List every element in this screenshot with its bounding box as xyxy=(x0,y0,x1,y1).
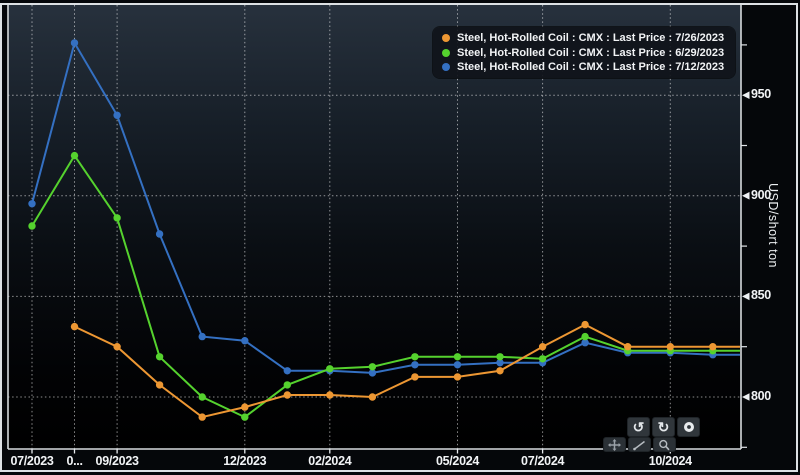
chart-tools-toolbar xyxy=(603,437,676,452)
target-icon xyxy=(682,420,696,434)
y-tick-label: 800 xyxy=(751,389,771,403)
legend-item: Steel, Hot-Rolled Coil : CMX : Last Pric… xyxy=(442,32,725,44)
legend-marker-icon xyxy=(442,49,450,57)
legend-item: Steel, Hot-Rolled Coil : CMX : Last Pric… xyxy=(442,47,725,59)
magnifier-icon xyxy=(657,439,672,451)
pan-tool-button[interactable] xyxy=(603,437,626,452)
x-tick-label: 0... xyxy=(66,454,82,468)
redo-button[interactable]: ↻ xyxy=(652,417,675,437)
x-tick-label: 07/2023 xyxy=(10,454,53,468)
redo-icon: ↻ xyxy=(658,420,670,434)
legend-label: Steel, Hot-Rolled Coil : CMX : Last Pric… xyxy=(457,32,724,44)
legend-label: Steel, Hot-Rolled Coil : CMX : Last Pric… xyxy=(457,47,724,59)
trend-line-icon xyxy=(632,439,647,451)
reset-view-button[interactable] xyxy=(677,417,700,437)
legend-marker-icon xyxy=(442,34,450,42)
draw-line-tool-button[interactable] xyxy=(628,437,651,452)
legend-label: Steel, Hot-Rolled Coil : CMX : Last Pric… xyxy=(457,61,724,73)
x-tick-label: 09/2023 xyxy=(96,454,139,468)
x-tick-label: 07/2024 xyxy=(521,454,564,468)
undo-icon: ↺ xyxy=(633,420,645,434)
legend-item: Steel, Hot-Rolled Coil : CMX : Last Pric… xyxy=(442,61,725,73)
chart-legend: Steel, Hot-Rolled Coil : CMX : Last Pric… xyxy=(433,27,735,78)
x-tick-label: 02/2024 xyxy=(308,454,351,468)
y-tick-label: 850 xyxy=(751,288,771,302)
undo-button[interactable]: ↺ xyxy=(627,417,650,437)
x-tick-label: 12/2023 xyxy=(223,454,266,468)
pan-icon xyxy=(607,439,622,451)
chart-history-toolbar: ↺ ↻ xyxy=(627,417,700,437)
x-tick-label: 10/2024 xyxy=(649,454,692,468)
y-axis-unit-label: USD/short ton xyxy=(766,183,780,268)
x-tick-label: 05/2024 xyxy=(436,454,479,468)
zoom-tool-button[interactable] xyxy=(653,437,676,452)
y-tick-label: 950 xyxy=(751,87,771,101)
legend-marker-icon xyxy=(442,63,450,71)
futures-curve-chart-window: 07/2023 0... 09/2023 12/2023 02/2024 05/2024 0… xyxy=(0,0,800,475)
